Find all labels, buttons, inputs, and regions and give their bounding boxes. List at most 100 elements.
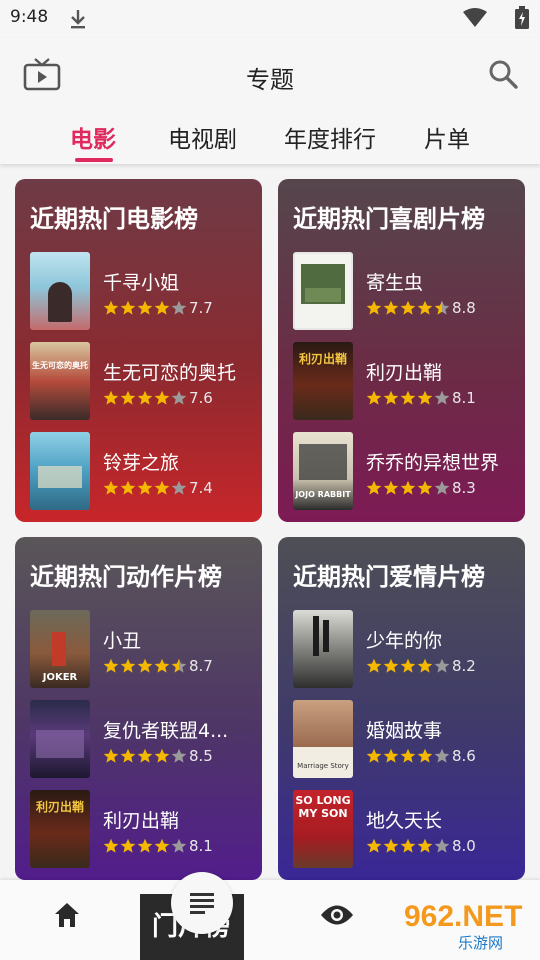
star-icon	[417, 300, 433, 315]
star-icon	[400, 658, 416, 673]
movie-title: 生无可恋的奥托	[103, 362, 237, 384]
poster-text: JOJO RABBIT	[295, 490, 351, 499]
rating-value: 7.7	[189, 299, 213, 317]
movie-poster: 利刃出鞘	[30, 790, 90, 868]
star-icon	[366, 658, 382, 673]
rating-value: 7.6	[189, 389, 213, 407]
rating-value: 7.4	[189, 479, 213, 497]
star-rating	[366, 748, 450, 764]
star-icon	[417, 748, 433, 763]
star-icon	[120, 748, 136, 763]
star-icon	[171, 300, 187, 315]
star-icon	[400, 480, 416, 495]
star-rating	[103, 748, 187, 764]
star-icon	[366, 748, 382, 763]
poster-text: Marriage Story	[297, 762, 349, 770]
star-icon	[103, 658, 119, 673]
poster-text: 生无可恋的奥托	[32, 361, 88, 370]
tab-annual-ranking[interactable]: 年度排行	[284, 120, 376, 154]
movie-title: 婚姻故事	[366, 720, 443, 742]
star-icon	[154, 480, 170, 495]
star-icon	[120, 658, 136, 673]
star-icon	[400, 390, 416, 405]
star-icon	[120, 480, 136, 495]
star-rating	[366, 658, 450, 674]
ranking-card-hot-movies[interactable]: 近期热门电影榜 千寻小姐 7.7 生无可恋的奥托 生无可恋的奥托 7.6 铃芽之…	[15, 179, 262, 522]
star-icon	[417, 390, 433, 405]
tab-movies[interactable]: 电影	[70, 120, 116, 154]
movie-poster	[30, 252, 90, 330]
ranking-card-hot-action[interactable]: 近期热门动作片榜 JOKER 小丑 8.7 复仇者联盟4... 8.5 利刃出鞘…	[15, 537, 262, 880]
wifi-icon	[463, 8, 487, 27]
watermark-sub: 乐游网	[458, 934, 503, 952]
tab-tv-series[interactable]: 电视剧	[168, 120, 237, 154]
star-icon	[103, 838, 119, 853]
list-item[interactable]: 千寻小姐 7.7	[30, 252, 255, 330]
movie-poster: SO LONG MY SON	[293, 790, 353, 868]
list-item[interactable]: 寄生虫 8.8	[293, 252, 518, 330]
movie-title: 乔乔的异想世界	[366, 452, 500, 474]
poster-text: SO LONG MY SON	[295, 794, 351, 820]
home-icon[interactable]	[52, 900, 82, 930]
star-icon	[120, 838, 136, 853]
star-icon	[417, 658, 433, 673]
star-icon	[154, 658, 170, 673]
topic-grid: 近期热门电影榜 千寻小姐 7.7 生无可恋的奥托 生无可恋的奥托 7.6 铃芽之…	[0, 164, 540, 880]
star-icon	[120, 300, 136, 315]
app-bar: 专题 电影 电视剧 年度排行 片单	[0, 38, 540, 164]
star-icon	[120, 390, 136, 405]
star-icon	[366, 838, 382, 853]
star-icon	[103, 300, 119, 315]
star-icon	[171, 658, 187, 673]
star-icon	[171, 748, 187, 763]
list-item[interactable]: 铃芽之旅 7.4	[30, 432, 255, 510]
star-icon	[383, 390, 399, 405]
list-item[interactable]: 利刃出鞘 利刃出鞘 8.1	[30, 790, 255, 868]
star-icon	[137, 748, 153, 763]
page-title: 专题	[246, 66, 294, 94]
movie-title: 千寻小姐	[103, 272, 180, 294]
list-item[interactable]: 少年的你 8.2	[293, 610, 518, 688]
star-icon	[154, 838, 170, 853]
star-icon	[154, 300, 170, 315]
rating-value: 8.3	[452, 479, 476, 497]
star-rating	[103, 390, 187, 406]
star-icon	[400, 838, 416, 853]
list-item[interactable]: SO LONG MY SON 地久天长 8.0	[293, 790, 518, 868]
tab-bar: 电影 电视剧 年度排行 片单	[0, 118, 540, 164]
list-item[interactable]: 复仇者联盟4... 8.5	[30, 700, 255, 778]
rating-value: 8.6	[452, 747, 476, 765]
star-icon	[400, 748, 416, 763]
list-item[interactable]: 利刃出鞘 利刃出鞘 8.1	[293, 342, 518, 420]
star-icon	[154, 390, 170, 405]
movie-title: 利刃出鞘	[366, 362, 443, 384]
bottom-navigation: 门片榜 962.NET 乐游网	[0, 872, 540, 960]
star-icon	[171, 390, 187, 405]
star-icon	[154, 748, 170, 763]
list-item[interactable]: 生无可恋的奥托 生无可恋的奥托 7.6	[30, 342, 255, 420]
star-rating	[103, 658, 187, 674]
list-button[interactable]	[171, 872, 233, 934]
star-icon	[400, 300, 416, 315]
star-icon	[366, 390, 382, 405]
search-icon[interactable]	[487, 58, 519, 90]
tab-playlists[interactable]: 片单	[424, 120, 470, 154]
list-item[interactable]: Marriage Story 婚姻故事 8.6	[293, 700, 518, 778]
star-icon	[383, 300, 399, 315]
ranking-card-hot-romance[interactable]: 近期热门爱情片榜 少年的你 8.2 Marriage Story 婚姻故事 8.…	[278, 537, 525, 880]
list-item[interactable]: JOJO RABBIT 乔乔的异想世界 8.3	[293, 432, 518, 510]
star-rating	[103, 300, 187, 316]
list-item[interactable]: JOKER 小丑 8.7	[30, 610, 255, 688]
download-icon	[71, 10, 85, 29]
rating-value: 8.0	[452, 837, 476, 855]
rating-value: 8.5	[189, 747, 213, 765]
star-rating	[366, 390, 450, 406]
rating-value: 8.7	[189, 657, 213, 675]
card-title: 近期热门爱情片榜	[293, 563, 485, 591]
eye-icon[interactable]	[320, 902, 354, 928]
movie-title: 利刃出鞘	[103, 810, 180, 832]
star-icon	[383, 658, 399, 673]
ranking-card-hot-comedy[interactable]: 近期热门喜剧片榜 寄生虫 8.8 利刃出鞘 利刃出鞘 8.1 JOJO RABB…	[278, 179, 525, 522]
poster-text: 利刃出鞘	[35, 800, 84, 814]
rating-value: 8.2	[452, 657, 476, 675]
